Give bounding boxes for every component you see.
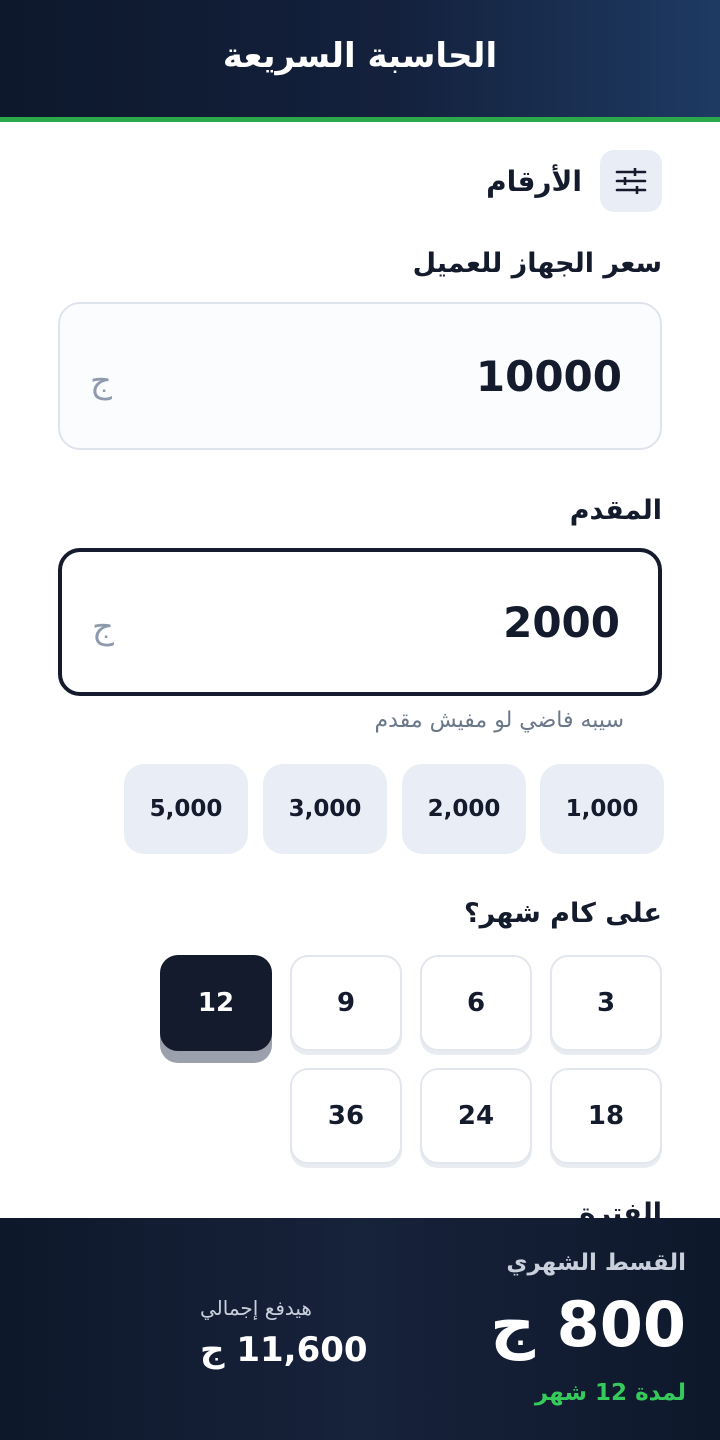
sliders-icon xyxy=(600,150,662,212)
month-option[interactable]: 3 xyxy=(550,955,662,1051)
total-paid-amount: 11,600 ج xyxy=(200,1330,368,1370)
down-payment-hint: سيبه فاضي لو مفيش مقدم xyxy=(374,708,624,733)
section-title: الأرقام xyxy=(486,164,582,198)
price-currency: ج xyxy=(90,361,112,401)
total-paid-label: هيدفع إجمالي xyxy=(200,1296,312,1320)
quick-amount-chip[interactable]: 5,000 xyxy=(124,764,248,854)
summary-footer: القسط الشهري 800 ج لمدة 12 شهر هيدفع إجم… xyxy=(0,1218,720,1440)
price-label: سعر الجهاز للعميل xyxy=(412,248,662,279)
down-payment-value: 2000 xyxy=(503,597,620,647)
month-option[interactable]: 6 xyxy=(420,955,532,1051)
month-option[interactable]: 24 xyxy=(420,1068,532,1164)
monthly-installment-label: القسط الشهري xyxy=(506,1250,686,1276)
monthly-installment-amount: 800 ج xyxy=(490,1288,686,1361)
down-payment-label: المقدم xyxy=(569,495,662,526)
quick-amount-chip[interactable]: 2,000 xyxy=(402,764,526,854)
month-option[interactable]: 9 xyxy=(290,955,402,1051)
down-payment-currency: ج xyxy=(92,607,114,647)
price-input[interactable]: ج 10000 xyxy=(58,302,662,450)
installment-duration: لمدة 12 شهر xyxy=(534,1380,686,1406)
quick-amount-chip[interactable]: 1,000 xyxy=(540,764,664,854)
month-option-selected[interactable]: 12 xyxy=(160,955,272,1051)
price-value: 10000 xyxy=(475,351,622,401)
down-payment-input[interactable]: ج 2000 xyxy=(58,548,662,696)
page-title: الحاسبة السريعة xyxy=(222,35,498,76)
month-option[interactable]: 36 xyxy=(290,1068,402,1164)
section-header: الأرقام xyxy=(486,150,662,212)
month-option[interactable]: 18 xyxy=(550,1068,662,1164)
quick-amount-chip[interactable]: 3,000 xyxy=(263,764,387,854)
app-header: الحاسبة السريعة xyxy=(0,0,720,122)
months-label: على كام شهر؟ xyxy=(463,898,662,929)
